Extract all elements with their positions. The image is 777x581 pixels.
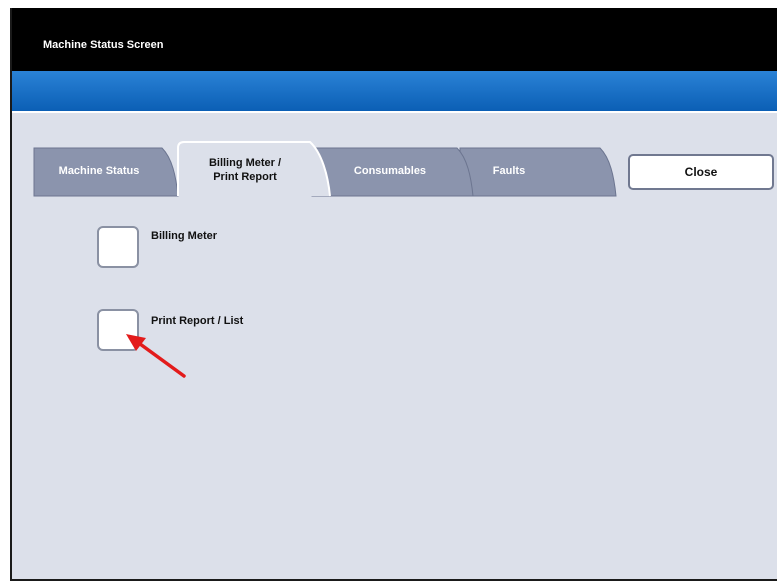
close-button[interactable]: Close (628, 154, 774, 190)
tab-machine-status-label: Machine Status (58, 165, 140, 177)
tab-billing-meter-label-line1: Billing Meter / (208, 157, 282, 169)
tab-consumables[interactable]: Consumables (330, 164, 450, 178)
tab-billing-meter-label-line2: Print Report (213, 171, 277, 183)
tab-faults-label: Faults (492, 165, 526, 177)
print-report-list-label: Print Report / List (151, 315, 244, 327)
tab-consumables-label: Consumables (353, 165, 427, 177)
tab-machine-status[interactable]: Machine Status (34, 164, 164, 178)
tab-billing-meter-print-report[interactable]: Billing Meter / Print Report (180, 156, 310, 184)
machine-status-screen: Machine Status Screen Machine Status Bil… (10, 8, 777, 581)
annotation-arrow-icon (126, 334, 186, 378)
billing-meter-button[interactable] (97, 226, 139, 268)
billing-meter-label: Billing Meter (151, 230, 218, 242)
tab-faults[interactable]: Faults (464, 164, 554, 178)
close-button-label: Close (684, 165, 718, 179)
